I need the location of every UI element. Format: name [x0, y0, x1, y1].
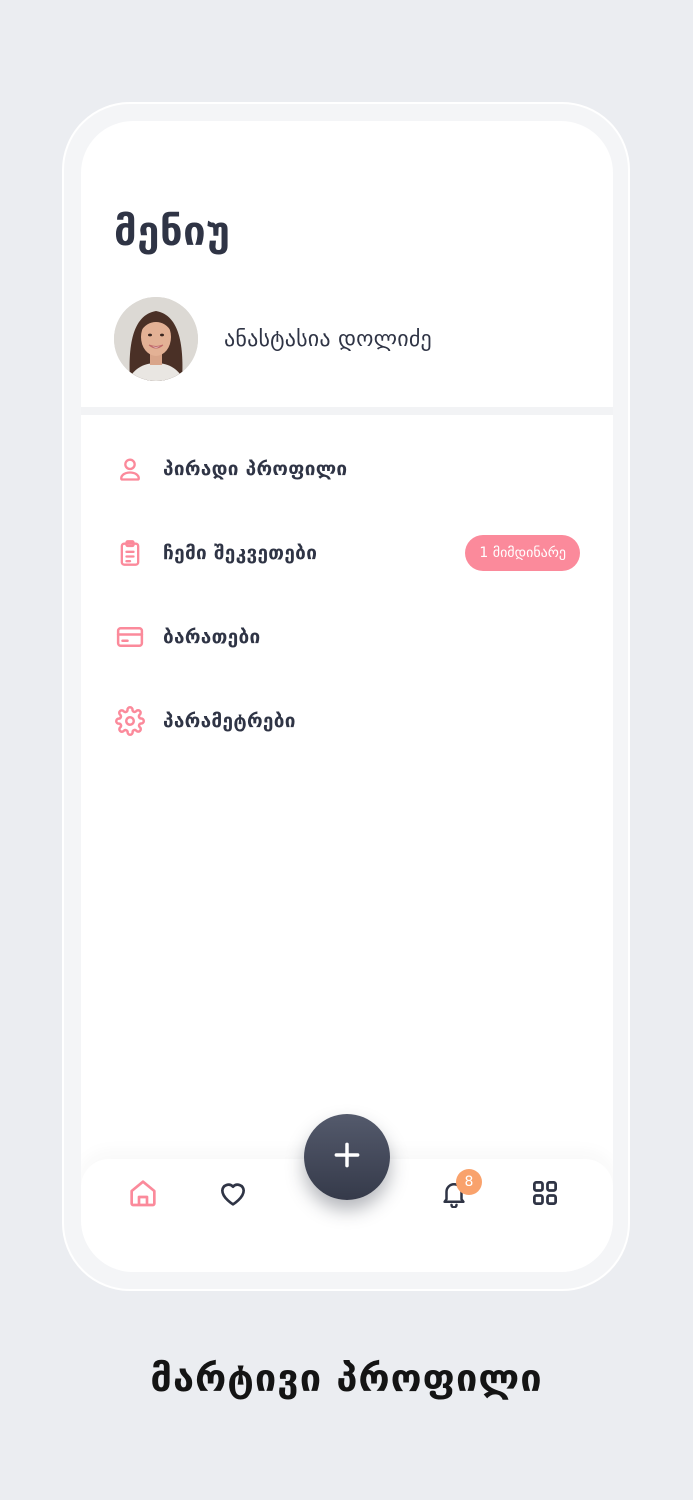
- menu-item-settings[interactable]: პარამეტრები: [114, 679, 580, 763]
- gear-icon: [114, 705, 146, 737]
- orders-status-badge: 1 მიმდინარე: [465, 535, 580, 571]
- section-divider: [81, 407, 613, 415]
- menu-item-my-orders[interactable]: ჩემი შეკვეთები 1 მიმდინარე: [114, 511, 580, 595]
- menu-item-label: ჩემი შეკვეთები: [163, 542, 318, 564]
- menu-item-personal-profile[interactable]: პირადი პროფილი: [114, 427, 580, 511]
- menu-item-cards[interactable]: ბარათები: [114, 595, 580, 679]
- tab-home[interactable]: [123, 1175, 163, 1215]
- tab-favorites[interactable]: [213, 1175, 253, 1215]
- tab-notifications[interactable]: 8: [434, 1169, 482, 1215]
- page-title: მენიუ: [114, 209, 231, 255]
- tab-apps[interactable]: [525, 1175, 565, 1215]
- menu-list: პირადი პროფილი ჩემი შეკვეთები 1 მიმდინარ…: [114, 427, 580, 763]
- avatar[interactable]: [114, 297, 198, 381]
- page-caption: მარტივი პროფილი: [150, 1356, 543, 1400]
- clipboard-icon: [114, 537, 146, 569]
- heart-icon: [217, 1177, 249, 1213]
- menu-item-label: ბარათები: [163, 626, 261, 648]
- user-name: ანასტასია დოლიძე: [224, 326, 432, 352]
- menu-item-label: პირადი პროფილი: [163, 458, 348, 480]
- add-button[interactable]: [304, 1114, 390, 1200]
- grid-icon: [530, 1178, 560, 1212]
- plus-icon: [331, 1139, 363, 1175]
- profile-header[interactable]: ანასტასია დოლიძე: [114, 297, 432, 381]
- notification-count-badge: 8: [456, 1169, 482, 1195]
- credit-card-icon: [114, 621, 146, 653]
- user-icon: [114, 453, 146, 485]
- phone-screen: მენიუ ანასტასია დოლიძე პირადი პროფილი ჩე…: [81, 121, 613, 1272]
- home-icon: [127, 1177, 159, 1213]
- menu-item-label: პარამეტრები: [163, 710, 296, 732]
